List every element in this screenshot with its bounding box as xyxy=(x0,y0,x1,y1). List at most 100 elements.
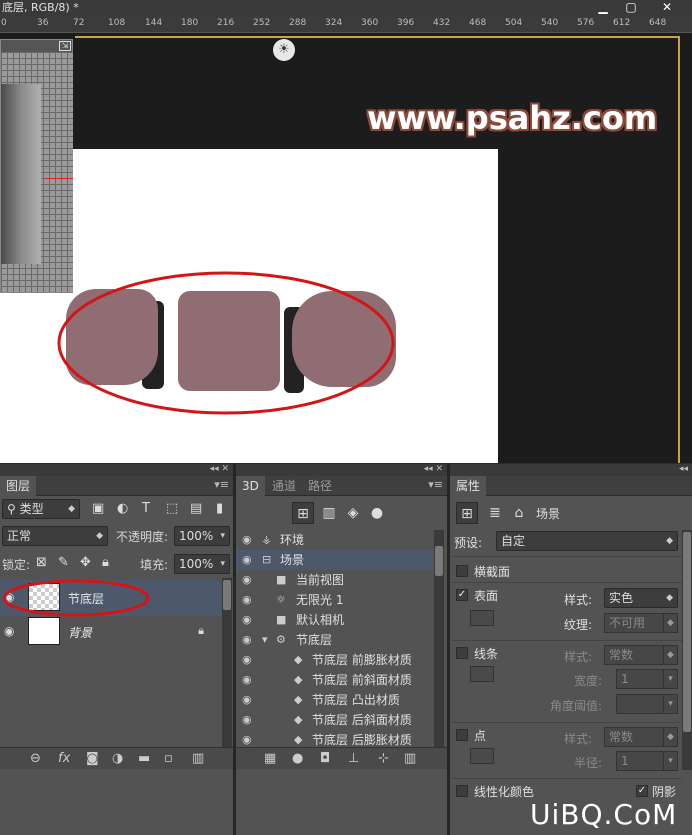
lock-transparent-icon[interactable]: ⊠ xyxy=(36,554,47,572)
filter-lights-icon[interactable]: ● xyxy=(366,502,388,524)
link-layers-icon[interactable]: ⊖ xyxy=(30,751,41,766)
trash-icon[interactable]: ▥ xyxy=(192,751,204,766)
visibility-eye-icon[interactable]: ◉ xyxy=(4,624,14,638)
filter-adjustment-icon[interactable]: ◐ xyxy=(117,500,128,518)
visibility-eye-icon[interactable]: ◉ xyxy=(242,690,252,710)
panel-menu-icon[interactable]: ▾≡ xyxy=(428,478,443,491)
shadow-checkbox[interactable]: ✓ xyxy=(636,785,648,797)
visibility-eye-icon[interactable]: ◉ xyxy=(242,550,252,570)
lock-position-icon[interactable]: ✥ xyxy=(80,554,91,572)
opacity-input[interactable]: 100% ▾ xyxy=(174,526,230,546)
scrollbar-thumb[interactable] xyxy=(435,546,443,576)
layer-style-icon[interactable]: fx xyxy=(58,751,70,766)
points-color-swatch[interactable] xyxy=(470,748,494,764)
points-style-dropdown[interactable]: 常数 ◆ xyxy=(604,727,678,747)
texture-dropdown[interactable]: 不可用 ◆ xyxy=(604,613,678,633)
add-mesh-icon[interactable]: ◘ xyxy=(320,751,330,766)
blend-mode-dropdown[interactable]: 正常 ◆ xyxy=(2,526,108,546)
fill-input[interactable]: 100% ▾ xyxy=(174,554,230,574)
panel-menu-icon[interactable]: ▾≡ xyxy=(214,478,229,491)
lines-color-swatch[interactable] xyxy=(470,666,494,682)
visibility-eye-icon[interactable]: ◉ xyxy=(242,710,252,730)
visibility-eye-icon[interactable]: ◉ xyxy=(242,650,252,670)
new-group-icon[interactable]: ▬ xyxy=(138,751,150,766)
filter-whole-scene-icon[interactable]: ⊞ xyxy=(292,502,314,524)
chevron-down-icon[interactable]: ▾ xyxy=(262,630,268,650)
ruler-tick: 324 xyxy=(325,18,343,28)
tab-paths[interactable]: 路径 xyxy=(302,476,338,496)
filter-shape-icon[interactable]: ⬚ xyxy=(166,500,178,518)
layer-filter-dropdown[interactable]: ⚲ 类型 ◆ xyxy=(2,499,80,519)
tab-layers[interactable]: 图层 xyxy=(0,476,37,496)
layer-name[interactable]: 背景 xyxy=(68,624,92,641)
minimize-button[interactable]: ▁ xyxy=(590,0,616,16)
scrollbar-thumb[interactable] xyxy=(223,580,231,610)
panel-collapse-bar[interactable]: ◂◂ ✕ xyxy=(0,464,233,476)
filter-pixel-icon[interactable]: ▣ xyxy=(92,500,104,518)
panel-collapse-bar[interactable]: ◂◂ xyxy=(450,464,692,476)
visibility-eye-icon[interactable]: ◉ xyxy=(242,570,252,590)
tree-item-scene[interactable]: ◉ ⊟ 场景 xyxy=(236,550,436,570)
filter-materials-icon[interactable]: ◈ xyxy=(342,502,364,524)
visibility-eye-icon[interactable]: ◉ xyxy=(242,670,252,690)
tab-3d[interactable]: 3D xyxy=(236,476,265,496)
panel-collapse-bar[interactable]: ◂◂ ✕ xyxy=(236,464,447,476)
visibility-eye-icon[interactable]: ◉ xyxy=(242,530,252,550)
tree-item-current-view[interactable]: ◉ ■ 当前视图 xyxy=(236,570,436,590)
lock-all-icon[interactable]: 🔒︎ xyxy=(102,554,109,572)
add-mask-icon[interactable]: ◙ xyxy=(86,751,99,766)
tab-channels[interactable]: 通道 xyxy=(266,476,302,496)
lines-checkbox[interactable] xyxy=(456,647,468,659)
layer-row-background[interactable]: ◉ 背景 🔒︎ xyxy=(0,614,222,650)
filter-meshes-icon[interactable]: ▥ xyxy=(318,502,340,524)
lines-style-dropdown[interactable]: 常数 ◆ xyxy=(604,645,678,665)
visibility-eye-icon[interactable]: ◉ xyxy=(242,590,252,610)
angle-threshold-input[interactable]: ▾ xyxy=(616,694,678,714)
properties-scrollbar[interactable] xyxy=(682,530,692,770)
horizontal-ruler[interactable]: 0 36 72 108 144 180 216 252 288 324 360 … xyxy=(0,16,692,33)
trash-icon[interactable]: ▥ xyxy=(404,751,416,766)
close-window-button[interactable]: ✕ xyxy=(654,0,680,16)
surface-color-swatch[interactable] xyxy=(470,610,494,626)
lock-label: 锁定: xyxy=(2,558,31,572)
filter-toggle-icon[interactable]: ▮ xyxy=(216,500,223,518)
tree-item-material[interactable]: ◉ ◆ 节底层 前斜面材质 xyxy=(236,670,436,690)
visibility-eye-icon[interactable]: ◉ xyxy=(242,610,252,630)
surface-checkbox[interactable]: ✓ xyxy=(456,589,468,601)
canvas-area[interactable]: ⇲ ☀ www.psahz.com xyxy=(0,33,692,463)
tree-item-material[interactable]: ◉ ◆ 节底层 凸出材质 xyxy=(236,690,436,710)
linearize-colors-checkbox[interactable] xyxy=(456,785,468,797)
points-checkbox[interactable] xyxy=(456,729,468,741)
drop-to-ground-icon[interactable]: ⊥ xyxy=(348,751,359,766)
add-constraint-icon[interactable]: ⊹ xyxy=(378,751,389,766)
cross-section-checkbox[interactable] xyxy=(456,565,468,577)
layers-scrollbar[interactable] xyxy=(222,578,232,750)
3d-tree-scrollbar[interactable] xyxy=(434,530,444,750)
tree-item-infinite-light[interactable]: ◉ ☼ 无限光 1 xyxy=(236,590,436,610)
filter-type-icon[interactable]: T xyxy=(142,500,150,518)
preset-dropdown[interactable]: 自定 ◆ xyxy=(496,531,678,551)
mesh-mode-icon[interactable]: ≣ xyxy=(484,502,506,524)
render-icon[interactable]: ▦ xyxy=(264,751,276,766)
tree-item-default-camera[interactable]: ◉ ■ 默认相机 xyxy=(236,610,436,630)
scene-mode-icon[interactable]: ⊞ xyxy=(456,502,478,524)
new-layer-icon[interactable]: ▫ xyxy=(164,751,173,766)
tree-item-mesh[interactable]: ◉ ▾ ⚙ 节底层 xyxy=(236,630,436,650)
visibility-eye-icon[interactable]: ◉ xyxy=(242,630,252,650)
tree-item-environment[interactable]: ◉ ⚶ 环境 xyxy=(236,530,436,550)
lines-width-input[interactable]: 1 ▾ xyxy=(616,669,678,689)
surface-style-dropdown[interactable]: 实色 ◆ xyxy=(604,588,678,608)
lines-label: 线条 xyxy=(474,647,499,661)
tab-properties[interactable]: 属性 xyxy=(450,476,487,496)
coordinates-mode-icon[interactable]: ⌂ xyxy=(508,502,530,524)
lock-paint-icon[interactable]: ✎ xyxy=(58,554,69,572)
filter-smart-object-icon[interactable]: ▤ xyxy=(190,500,202,518)
ruler-tick: 468 xyxy=(469,18,487,28)
restore-button[interactable]: ▢ xyxy=(618,0,644,16)
adjustment-layer-icon[interactable]: ◑ xyxy=(112,751,123,766)
tree-item-material[interactable]: ◉ ◆ 节底层 后斜面材质 xyxy=(236,710,436,730)
scrollbar-thumb[interactable] xyxy=(683,532,691,732)
add-light-icon[interactable]: ● xyxy=(292,751,303,766)
tree-item-material[interactable]: ◉ ◆ 节底层 前膨胀材质 xyxy=(236,650,436,670)
points-radius-input[interactable]: 1 ▾ xyxy=(616,751,678,771)
